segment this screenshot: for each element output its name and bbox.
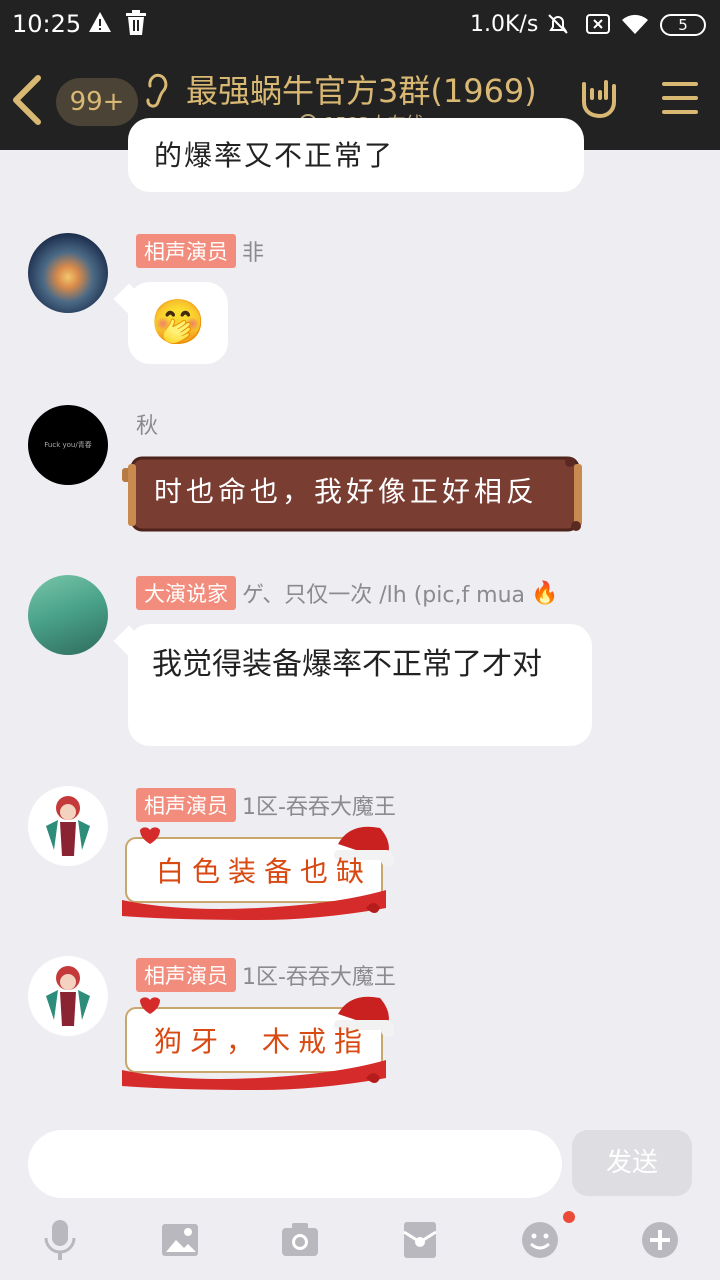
- sender-name[interactable]: 1区-吞吞大魔王: [242, 789, 396, 821]
- emoji-icon[interactable]: [518, 1218, 562, 1262]
- sender-name[interactable]: 秋: [136, 408, 158, 440]
- plus-icon[interactable]: [638, 1218, 682, 1262]
- group-title[interactable]: 最强蜗牛官方3群(1969): [186, 66, 537, 112]
- message-text: 狗牙，木戒指: [154, 1025, 371, 1058]
- message-text: 时也命也，我好像正好相反: [154, 475, 539, 508]
- fire-icon: 🔥: [531, 580, 559, 606]
- message-input[interactable]: [28, 1130, 562, 1198]
- avatar[interactable]: [28, 956, 108, 1036]
- title-tag: 大演说家: [136, 576, 236, 610]
- message-text: 我觉得装备爆率不正常了才对: [152, 647, 542, 682]
- sim-off-icon: [586, 14, 610, 34]
- message-text: 白色装备也缺: [156, 855, 373, 888]
- avatar-text: Fuck you/青春: [44, 441, 92, 449]
- sender-row: 相声演员 1区-吞吞大魔王: [136, 958, 396, 992]
- avatar[interactable]: [28, 575, 108, 655]
- warning-icon: [89, 12, 111, 32]
- status-bar: 10:25 1.0K/s 5: [0, 0, 720, 52]
- title-tag: 相声演员: [136, 958, 236, 992]
- sender-row: 秋: [136, 408, 158, 440]
- battery-indicator: 5: [660, 14, 706, 36]
- sender-row: 相声演员 1区-吞吞大魔王: [136, 788, 396, 822]
- rock-hand-icon[interactable]: [576, 76, 620, 120]
- red-packet-icon[interactable]: [398, 1218, 442, 1262]
- back-arrow-icon[interactable]: [8, 72, 48, 128]
- message-bubble-previous[interactable]: 的爆率又不正常了: [128, 118, 584, 192]
- message-bubble-emoji[interactable]: 🤭: [128, 282, 228, 364]
- mic-icon[interactable]: [38, 1218, 82, 1262]
- image-icon[interactable]: [158, 1218, 202, 1262]
- anime-avatar-icon: [46, 966, 90, 1026]
- title-tag: 相声演员: [136, 788, 236, 822]
- unread-badge[interactable]: 99+: [56, 78, 138, 126]
- camera-icon[interactable]: [278, 1218, 322, 1262]
- sender-name[interactable]: 非: [242, 235, 264, 267]
- sender-row: 大演说家 ゲ、只仅一次 /lh (pic,f mua 🔥: [136, 576, 558, 610]
- avatar[interactable]: [28, 786, 108, 866]
- mute-bell-icon: [548, 14, 568, 34]
- wifi-icon: [622, 14, 648, 34]
- message-text: 的爆率又不正常了: [154, 139, 395, 172]
- network-speed: 1.0K/s: [470, 12, 539, 37]
- message-bubble[interactable]: 我觉得装备爆率不正常了才对: [128, 624, 592, 746]
- anime-avatar-icon: [46, 796, 90, 856]
- emoji: 🤭: [150, 297, 206, 348]
- menu-icon[interactable]: [662, 82, 698, 116]
- ear-icon[interactable]: [144, 72, 168, 108]
- send-button[interactable]: 发送: [572, 1130, 692, 1196]
- title-tag: 相声演员: [136, 234, 236, 268]
- avatar[interactable]: Fuck you/青春: [28, 405, 108, 485]
- trash-icon: [126, 10, 146, 35]
- status-time: 10:25: [12, 10, 82, 38]
- sender-name[interactable]: 1区-吞吞大魔王: [242, 959, 396, 991]
- sender-row: 相声演员 非: [136, 234, 264, 268]
- avatar[interactable]: [28, 233, 108, 313]
- notification-dot: [563, 1211, 575, 1223]
- sender-name[interactable]: ゲ、只仅一次 /lh (pic,f mua: [242, 577, 525, 609]
